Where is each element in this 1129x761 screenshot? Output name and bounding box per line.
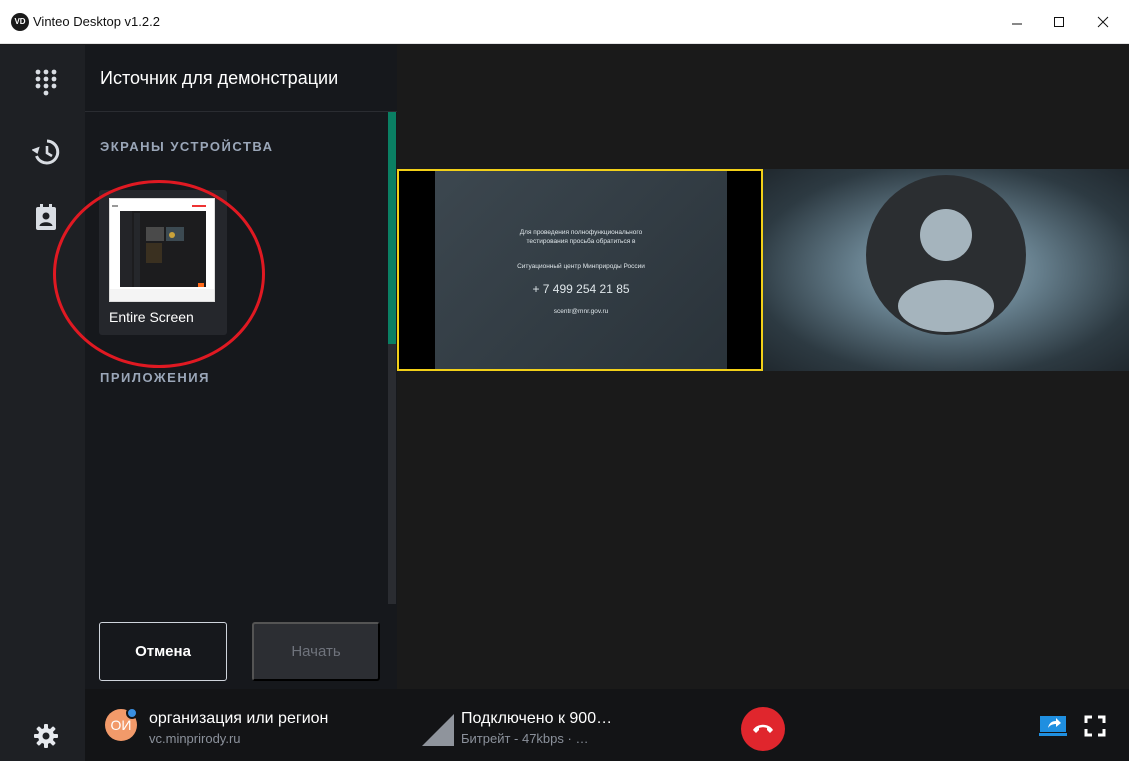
presence-dot	[126, 707, 138, 719]
gear-icon	[34, 724, 58, 748]
maximize-button[interactable]	[1038, 0, 1080, 44]
phone-hangup-icon	[753, 724, 773, 733]
slide-line-2: тестирования просьба обратиться в	[526, 238, 636, 245]
video-area: Для проведения полнофункционального тест…	[397, 45, 1129, 689]
signal-strength-icon	[422, 714, 454, 746]
shared-slide: Для проведения полнофункционального тест…	[435, 171, 727, 369]
share-source-panel: Источник для демонстрации ЭКРАНЫ УСТРОЙС…	[85, 45, 397, 689]
minimize-button[interactable]	[996, 0, 1038, 44]
cancel-button[interactable]: Отмена	[99, 622, 227, 681]
window-title: Vinteo Desktop v1.2.2	[33, 14, 160, 29]
screen-share-button[interactable]	[1039, 715, 1067, 737]
connection-status: Подключено к 900…	[461, 710, 613, 727]
panel-scrollbar-thumb[interactable]	[388, 112, 396, 344]
slide-line-3: Ситуационный центр Минприроды России	[517, 263, 645, 270]
contacts-icon	[36, 204, 56, 230]
close-button[interactable]	[1082, 0, 1124, 44]
nav-history[interactable]	[28, 134, 64, 170]
start-button[interactable]: Начать	[252, 622, 380, 681]
screen-share-tile[interactable]: Для проведения полнофункционального тест…	[397, 169, 763, 371]
nav-rail	[0, 45, 85, 761]
title-bar: VD Vinteo Desktop v1.2.2	[0, 0, 1129, 44]
dialpad-icon	[35, 69, 57, 96]
fullscreen-icon	[1084, 715, 1106, 737]
user-domain: vc.minprirody.ru	[149, 731, 241, 746]
slide-line-1: Для проведения полнофункционального	[519, 229, 643, 236]
hangup-button[interactable]	[741, 707, 785, 751]
highlight-annotation-circle	[53, 180, 265, 368]
user-placeholder-icon	[898, 209, 994, 332]
settings-button[interactable]	[28, 718, 64, 754]
user-name: организация или регион	[149, 710, 329, 727]
history-icon	[32, 139, 60, 165]
call-status-bar: ОИ организация или регион vc.minprirody.…	[85, 689, 1129, 761]
maximize-icon	[1054, 17, 1064, 27]
slide-email: scentr@mnr.gov.ru	[553, 308, 609, 315]
panel-header: Источник для демонстрации	[85, 45, 397, 112]
close-icon	[1097, 16, 1109, 28]
participant-tile[interactable]	[763, 169, 1129, 371]
slide-phone: + 7 499 254 21 85	[532, 282, 630, 296]
panel-title: Источник для демонстрации	[100, 68, 339, 88]
connection-bitrate: Битрейт - 47kbps · …	[461, 731, 589, 746]
minimize-icon	[1012, 23, 1022, 25]
section-screens-label: ЭКРАНЫ УСТРОЙСТВА	[100, 139, 274, 154]
nav-contacts[interactable]	[28, 199, 64, 235]
screen-share-icon	[1039, 716, 1067, 736]
nav-dialpad[interactable]	[28, 65, 64, 101]
section-apps-label: ПРИЛОЖЕНИЯ	[100, 370, 210, 385]
app-logo: VD	[11, 13, 29, 31]
fullscreen-button[interactable]	[1084, 715, 1106, 737]
participant-avatar	[866, 175, 1026, 335]
